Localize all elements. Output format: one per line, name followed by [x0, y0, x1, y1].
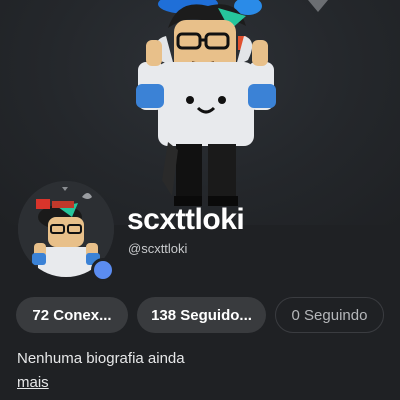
username: @scxttloki — [128, 241, 188, 256]
display-name: scxttloki — [127, 203, 245, 236]
more-link[interactable]: mais — [17, 374, 49, 391]
following-button[interactable]: 0 Seguindo — [275, 297, 384, 333]
online-status-indicator — [91, 258, 115, 282]
avatar-full-body — [136, 0, 276, 206]
connections-button[interactable]: 72 Conex... — [16, 297, 128, 333]
bio-text: Nenhuma biografia ainda — [17, 350, 185, 367]
heart-icon — [308, 0, 328, 12]
followers-button[interactable]: 138 Seguido... — [137, 297, 266, 333]
